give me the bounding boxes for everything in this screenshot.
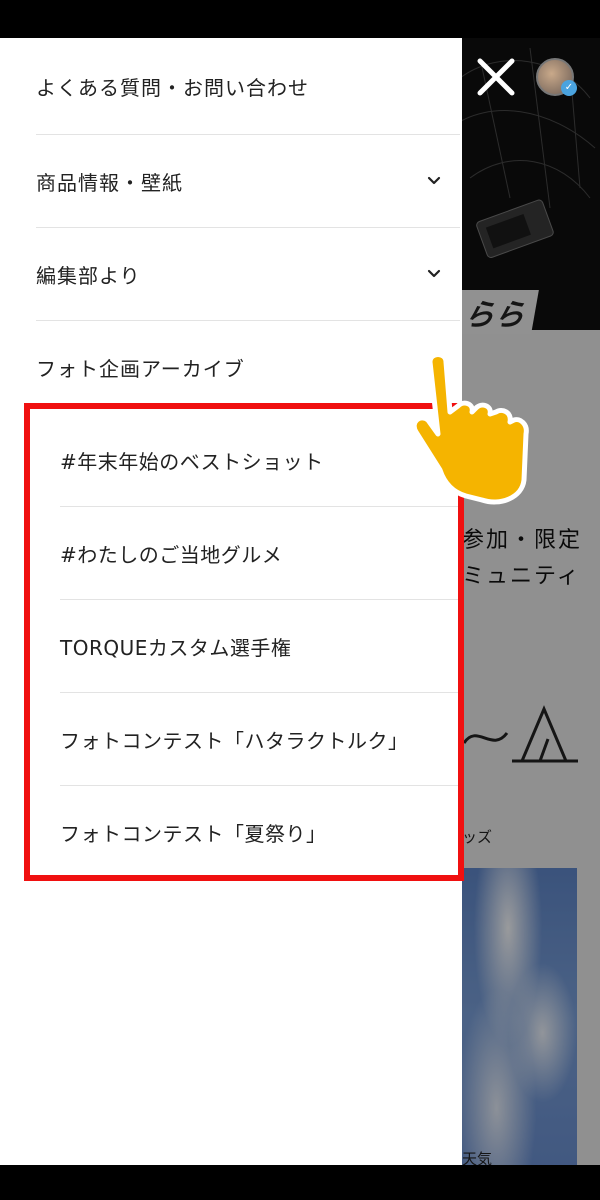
menu-item-label: よくある質問・お問い合わせ (36, 75, 309, 100)
navigation-bar (0, 1165, 600, 1200)
pointing-hand-icon (411, 352, 529, 505)
highlight-box (24, 403, 464, 881)
chevron-down-icon[interactable] (426, 266, 442, 282)
menu-item-editorial[interactable]: 編集部より (36, 228, 460, 321)
menu-item-label: 商品情報・壁紙 (36, 170, 183, 195)
check-badge-icon: ✓ (561, 80, 577, 96)
chevron-down-icon[interactable] (426, 173, 442, 189)
menu-item-products[interactable]: 商品情報・壁紙 (36, 135, 460, 228)
menu-item-faq[interactable]: よくある質問・お問い合わせ (36, 38, 460, 135)
menu-item-photo-archive[interactable]: フォト企画アーカイブ (36, 321, 460, 414)
menu-item-label: フォト企画アーカイブ (36, 357, 245, 381)
menu-item-label: 編集部より (36, 263, 141, 288)
close-icon[interactable] (474, 55, 518, 99)
status-bar (0, 0, 600, 38)
